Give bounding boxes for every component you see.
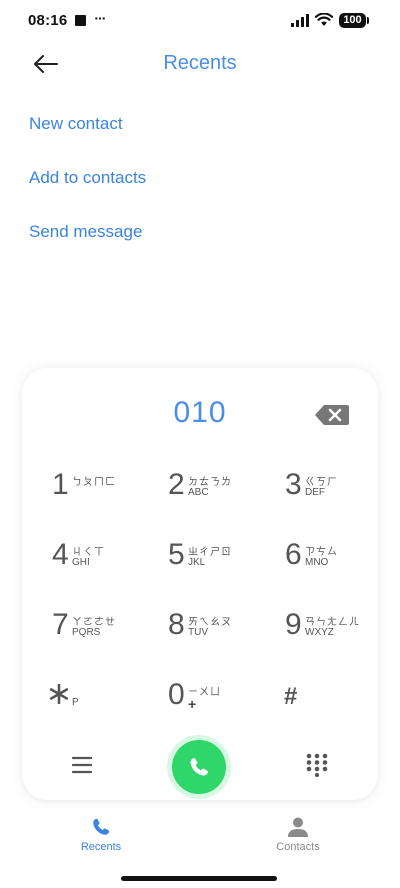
key-letters-latin: WXYZ (305, 627, 334, 638)
key-letters-latin: DEF (305, 487, 325, 498)
more-notifications-icon: ··· (94, 9, 106, 26)
key-letters-latin: MNO (305, 557, 329, 568)
key-letters-zhuyin: ㄓㄔㄕㄖ (188, 547, 232, 558)
key-letters-latin: GHI (72, 557, 90, 568)
dialpad-controls (22, 738, 378, 794)
key-digit: 0 (168, 678, 185, 711)
key-digit: # (284, 683, 298, 710)
key-letters-latin: PQRS (72, 627, 101, 638)
key-hash[interactable]: # (284, 664, 400, 734)
new-contact-link[interactable]: New contact (29, 110, 146, 164)
status-bar: 08:16 ··· 100 (0, 0, 400, 40)
nav-item-contacts[interactable]: Contacts (238, 812, 358, 853)
nav-item-recents[interactable]: Recents (41, 812, 161, 853)
key-digit: 4 (52, 538, 69, 571)
menu-button[interactable] (70, 754, 94, 776)
key-star[interactable]: P (49, 664, 167, 734)
wifi-icon (315, 13, 333, 26)
key-7[interactable]: 7 ㄚㄛㄜㄝ PQRS (52, 594, 170, 664)
key-9[interactable]: 9 ㄢㄣㄤㄥㄦ WXYZ (285, 594, 400, 664)
backspace-icon (315, 405, 349, 425)
key-5[interactable]: 5 ㄓㄔㄕㄖ JKL (168, 524, 286, 594)
key-digit: 6 (285, 538, 302, 571)
key-6[interactable]: 6 ㄗㄘㄙ MNO (285, 524, 400, 594)
key-letters-zhuyin: ㄞㄟㄠㄡ (188, 617, 232, 628)
dialpad: 010 1 ㄅㄆㄇㄈ 2 ㄉㄊㄋㄌ ABC 3 ㄍㄎㄏ DEF 4 ㄐㄑㄒ GH… (22, 368, 378, 800)
key-3[interactable]: 3 ㄍㄎㄏ DEF (285, 454, 400, 524)
key-8[interactable]: 8 ㄞㄟㄠㄡ TUV (168, 594, 286, 664)
dialpad-grid-icon (306, 753, 328, 778)
signal-icon (291, 13, 309, 27)
key-letters-latin: TUV (188, 627, 208, 638)
key-letters-zhuyin: ㄚㄛㄜㄝ (72, 617, 116, 628)
status-right: 100 (291, 12, 369, 28)
key-digit: 9 (285, 608, 302, 641)
header: Recents (0, 40, 400, 90)
add-to-contacts-link[interactable]: Add to contacts (29, 164, 146, 218)
key-digit: 3 (285, 468, 302, 501)
keypad-toggle-button[interactable] (306, 753, 328, 778)
key-letters-zhuyin: ㄐㄑㄒ (72, 547, 105, 558)
page-title: Recents (163, 52, 237, 74)
call-button[interactable] (172, 740, 226, 794)
key-4[interactable]: 4 ㄐㄑㄒ GHI (52, 524, 170, 594)
key-digit: 8 (168, 608, 185, 641)
menu-icon (71, 756, 93, 774)
key-letters-zhuyin: ㄍㄎㄏ (305, 477, 338, 488)
person-icon (288, 817, 308, 837)
phone-recents-icon (93, 818, 110, 835)
nav-label: Recents (80, 841, 122, 853)
key-digit: 2 (168, 468, 185, 501)
backspace-button[interactable] (314, 403, 350, 427)
key-1[interactable]: 1 ㄅㄆㄇㄈ (52, 454, 170, 524)
key-digit: 5 (168, 538, 185, 571)
key-0[interactable]: 0 ㄧㄨㄩ + (168, 664, 286, 734)
key-digit: 7 (52, 608, 69, 641)
battery-indicator: 100 (339, 12, 369, 28)
key-letters-latin: P (72, 697, 79, 708)
nav-label: Contacts (276, 841, 320, 853)
send-message-link[interactable]: Send message (29, 218, 146, 272)
key-letters-zhuyin: ㄉㄊㄋㄌ (188, 477, 232, 488)
key-letters-zhuyin: ㄢㄣㄤㄥㄦ (305, 617, 360, 628)
action-list: New contact Add to contacts Send message (29, 110, 146, 272)
phone-icon (190, 758, 208, 776)
home-indicator (121, 876, 277, 881)
key-letters-zhuyin: ㄗㄘㄙ (305, 547, 338, 558)
notification-icon (75, 14, 87, 26)
key-2[interactable]: 2 ㄉㄊㄋㄌ ABC (168, 454, 286, 524)
key-letters-latin: JKL (188, 557, 206, 568)
key-plus: + (188, 696, 197, 712)
bottom-nav: Recents Contacts (0, 812, 400, 862)
status-left: 08:16 ··· (28, 9, 106, 29)
asterisk-icon (49, 684, 69, 704)
status-time: 08:16 (28, 11, 68, 29)
key-letters-zhuyin: ㄅㄆㄇㄈ (72, 477, 116, 488)
key-digit: 1 (52, 468, 69, 501)
key-letters-latin: ABC (188, 487, 209, 498)
